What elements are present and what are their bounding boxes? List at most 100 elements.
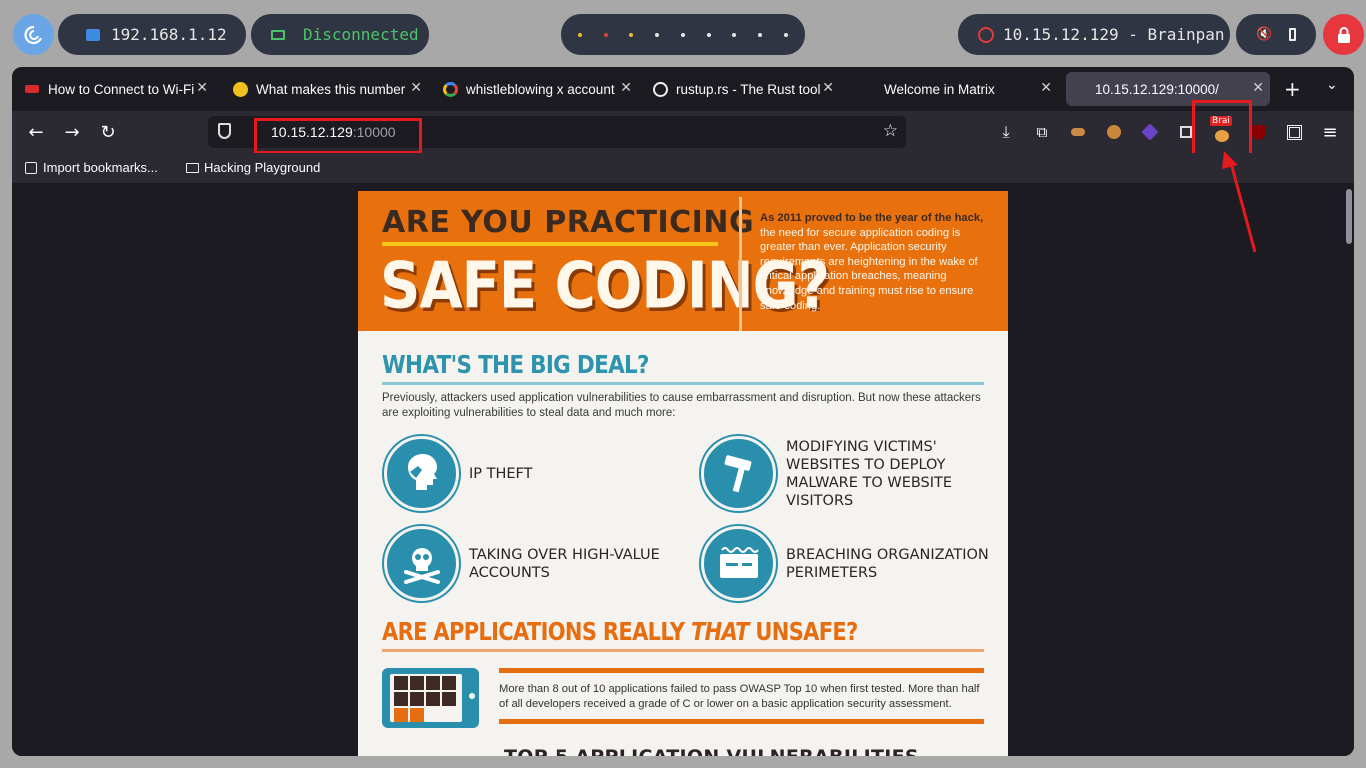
reload-button[interactable]: ↻	[94, 118, 122, 146]
htb-icon	[24, 81, 40, 97]
folder-icon	[186, 162, 199, 173]
shield-icon	[218, 123, 231, 139]
tab-number[interactable]: What makes this number ✕	[232, 72, 428, 106]
title-emphasis: THAT	[691, 617, 749, 646]
title-part: ARE APPLICATIONS REALLY	[382, 617, 692, 646]
vpn-widget[interactable]: Disconnected	[251, 14, 429, 55]
qr-code-icon[interactable]	[1280, 118, 1308, 146]
hero-side-text: As 2011 proved to be the year of the hac…	[760, 211, 990, 313]
import-icon	[25, 161, 37, 174]
hammer-icon	[701, 436, 776, 511]
close-tab-icon[interactable]: ✕	[196, 80, 208, 96]
stat-text: More than 8 out of 10 applications faile…	[499, 683, 980, 710]
tab-title: rustup.rs - The Rust tool	[676, 81, 821, 97]
threat-label: MODIFYING VICTIMS' WEBSITES TO DEPLOY MA…	[786, 438, 953, 509]
workspace-dot[interactable]	[784, 32, 788, 37]
rust-icon	[652, 81, 668, 97]
hero-underline	[382, 242, 718, 246]
workspace-dot[interactable]	[603, 32, 608, 37]
mute-icon[interactable]: 🔇	[1256, 27, 1272, 42]
workspace-dot[interactable]	[577, 32, 582, 37]
section-title-top5: TOP 5 APPLICATION VULNERABILITIES	[504, 746, 919, 756]
cookie-icon[interactable]	[1100, 118, 1128, 146]
tab-title: Welcome in Matrix	[884, 81, 995, 97]
section-rule	[382, 649, 984, 652]
skull-crossbones-icon	[384, 526, 459, 601]
bookmark-hacking-playground[interactable]: Hacking Playground	[186, 160, 320, 175]
workspace-dot[interactable]	[758, 32, 763, 37]
incognito-extension-icon[interactable]	[1064, 118, 1092, 146]
ip-widget[interactable]: 192.168.1.12	[58, 14, 246, 55]
workspace-switcher[interactable]	[561, 14, 805, 55]
wall-icon	[701, 526, 776, 601]
tab-title: How to Connect to Wi-Fi	[48, 81, 195, 97]
os-logo-button[interactable]	[13, 14, 54, 55]
section-title-big-deal: WHAT'S THE BIG DEAL?	[382, 350, 650, 379]
bookmark-label: Hacking Playground	[204, 160, 321, 175]
stat-bar-top	[499, 668, 984, 673]
workspace-dot[interactable]	[706, 32, 711, 37]
target-crosshair-icon	[978, 26, 994, 43]
tab-bar: How to Connect to Wi-Fi ✕ What makes thi…	[12, 67, 1354, 111]
tab-google[interactable]: whistleblowing x account ✕	[442, 72, 638, 106]
download-icon[interactable]: ⤓	[992, 118, 1020, 146]
tablet-grid-icon	[382, 668, 479, 728]
annotation-arrow	[1222, 151, 1257, 253]
target-widget[interactable]: 10.15.12.129 - Brainpan	[958, 14, 1230, 55]
tab-title: whistleblowing x account	[466, 81, 615, 97]
bookmark-star-icon[interactable]: ☆	[883, 121, 898, 141]
status-tray[interactable]: 🔇	[1236, 14, 1316, 55]
threat-ip-theft: IP THEFT	[384, 436, 579, 511]
page-scrollbar[interactable]	[1346, 189, 1352, 244]
tab-title: What makes this number	[256, 81, 406, 97]
bookmark-label: Import bookmarks...	[43, 160, 158, 175]
tab-matrix[interactable]: Welcome in Matrix ✕	[862, 72, 1058, 106]
workspace-dot[interactable]	[629, 32, 634, 37]
hero-side-bold: As 2011 proved to be the year of the hac…	[760, 212, 984, 224]
layers-icon[interactable]	[1136, 118, 1164, 146]
close-tab-icon[interactable]: ✕	[822, 80, 834, 96]
infographic: ARE YOU PRACTICING SAFE CODING? As 2011 …	[358, 191, 1008, 756]
close-tab-icon[interactable]: ✕	[1040, 80, 1052, 96]
debian-swirl-icon	[24, 25, 42, 44]
new-tab-button[interactable]: +	[1284, 77, 1301, 101]
extensions-icon[interactable]: ⧉	[1028, 118, 1056, 146]
tab-list-button[interactable]: ⌄	[1326, 77, 1338, 93]
threat-label: BREACHING ORGANIZATION PERIMETERS	[786, 546, 989, 581]
bookmark-import[interactable]: Import bookmarks...	[25, 160, 158, 175]
workspace-dot[interactable]	[680, 32, 685, 37]
rocket-icon	[232, 81, 248, 97]
back-button[interactable]: ←	[22, 118, 50, 146]
section-title-unsafe: ARE APPLICATIONS REALLY THAT UNSAFE?	[382, 617, 858, 646]
close-tab-icon[interactable]: ✕	[1252, 80, 1264, 96]
lock-icon	[1337, 26, 1350, 43]
annotation-box-url	[254, 118, 422, 154]
laptop-icon	[271, 29, 285, 40]
threat-breaching-perimeters: BREACHING ORGANIZATION PERIMETERS	[701, 526, 996, 601]
menu-icon[interactable]: ≡	[1316, 118, 1344, 146]
tab-htb[interactable]: How to Connect to Wi-Fi ✕	[24, 72, 214, 106]
threat-label: TAKING OVER HIGH-VALUE ACCOUNTS	[469, 546, 660, 581]
hero-side-rest: the need for secure application coding i…	[760, 226, 978, 312]
close-tab-icon[interactable]: ✕	[410, 80, 422, 96]
title-part: UNSAFE?	[748, 617, 858, 646]
section-intro: Previously, attackers used application v…	[382, 392, 981, 419]
hero-divider	[739, 197, 742, 331]
url-bar[interactable]: 10.15.12.129:10000 ☆	[208, 116, 906, 154]
workspace-dot[interactable]	[655, 32, 660, 37]
hero-banner: ARE YOU PRACTICING SAFE CODING? As 2011 …	[358, 191, 1008, 331]
tab-title: 10.15.12.129:10000/	[1095, 81, 1219, 97]
page-viewport: ARE YOU PRACTICING SAFE CODING? As 2011 …	[12, 183, 1354, 756]
network-icon	[86, 28, 100, 41]
local-ip: 192.168.1.12	[111, 25, 227, 44]
tab-rust[interactable]: rustup.rs - The Rust tool ✕	[652, 72, 840, 106]
stat-bar-bottom	[499, 719, 984, 724]
vpn-status: Disconnected	[303, 25, 419, 44]
battery-icon[interactable]	[1288, 28, 1296, 41]
threat-label: IP THEFT	[469, 465, 533, 482]
close-tab-icon[interactable]: ✕	[620, 80, 632, 96]
forward-button[interactable]: →	[58, 118, 86, 146]
lock-button[interactable]	[1323, 14, 1364, 55]
google-icon	[442, 81, 458, 97]
workspace-dot[interactable]	[732, 32, 737, 37]
